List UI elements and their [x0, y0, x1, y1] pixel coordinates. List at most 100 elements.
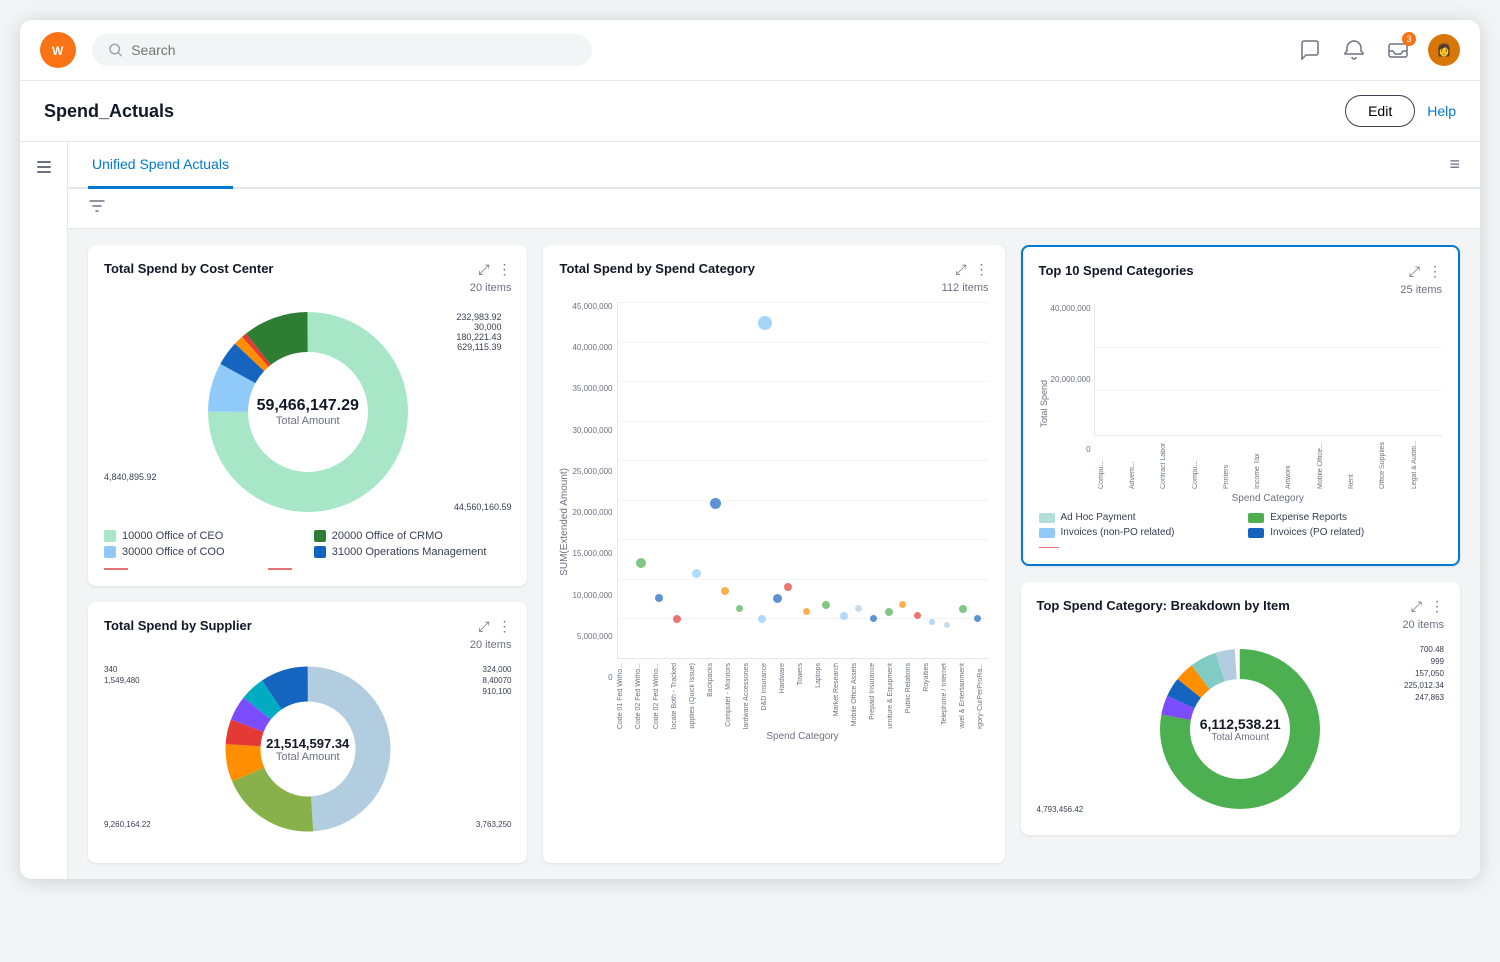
top-categories-expand[interactable]: ⤢: [1409, 263, 1420, 280]
legend-item-coo: 30000 Office of COO: [104, 546, 302, 558]
cost-center-total: 59,466,147.29 Total Amount: [257, 397, 359, 427]
filter-bar: [68, 189, 1480, 229]
tab-bar: Unified Spend Actuals ≡: [68, 142, 1480, 189]
app-logo: W: [40, 32, 76, 68]
cc-label-2: 30,000: [456, 322, 501, 332]
spend-category-title: Total Spend by Spend Category: [559, 261, 755, 276]
scatter-dot: [784, 583, 792, 591]
breakdown-card: Top Spend Category: Breakdown by Item ⤢ …: [1021, 582, 1460, 835]
spend-category-expand[interactable]: ⤢: [955, 261, 966, 278]
top-categories-actions: ⤢ ⋮: [1409, 263, 1442, 280]
cc-label-5: 4,840,895.92: [104, 472, 157, 482]
chat-icon[interactable]: [1296, 36, 1324, 64]
breakdown-header: Top Spend Category: Breakdown by Item ⤢ …: [1037, 598, 1444, 615]
breakdown-more[interactable]: ⋮: [1430, 598, 1444, 615]
scatter-dot-large: [758, 316, 772, 330]
supplier-total: 21,514,597.34 Total Amount: [266, 736, 349, 763]
supplier-expand[interactable]: ⤢: [478, 618, 489, 635]
list-icon[interactable]: [35, 158, 53, 181]
breakdown-actions: ⤢ ⋮: [1411, 598, 1444, 615]
scatter-dot: [855, 605, 862, 612]
cost-center-title: Total Spend by Cost Center: [104, 261, 274, 276]
breakdown-expand[interactable]: ⤢: [1411, 598, 1422, 615]
bell-icon[interactable]: [1340, 36, 1368, 64]
bar-x-title: Spend Category: [1094, 493, 1442, 504]
legend-item-ops: 31000 Operations Management: [314, 546, 512, 558]
legend-invoices-npo: Invoices (non-PO related): [1039, 527, 1233, 538]
scatter-dot: [914, 612, 921, 619]
help-button[interactable]: Help: [1427, 95, 1456, 127]
cost-center-legend: 10000 Office of CEO 20000 Office of CRMO…: [104, 530, 511, 558]
cost-center-actions: ⤢ ⋮: [478, 261, 511, 278]
cc-label-6: 44,560,160.59: [454, 502, 512, 512]
breakdown-items: 20 items: [1037, 619, 1444, 631]
scatter-dot: [636, 558, 646, 568]
search-input[interactable]: [131, 42, 576, 58]
cost-center-more[interactable]: ⋮: [497, 261, 511, 278]
supplier-actions: ⤢ ⋮: [478, 618, 511, 635]
nav-icons: 3 👩: [1296, 34, 1460, 66]
spend-category-card: Total Spend by Spend Category ⤢ ⋮ 112 it…: [543, 245, 1004, 863]
legend-adhoc: Ad Hoc Payment: [1039, 512, 1233, 523]
top-categories-items: 25 items: [1039, 284, 1442, 296]
legend-item-crmo: 20000 Office of CRMO: [314, 530, 512, 542]
legend-invoices-po: Invoices (PO related): [1248, 527, 1442, 538]
edit-button[interactable]: Edit: [1345, 95, 1415, 127]
inbox-badge: 3: [1402, 32, 1416, 46]
search-bar[interactable]: [92, 34, 592, 66]
top-categories-header: Top 10 Spend Categories ⤢ ⋮: [1039, 263, 1442, 280]
top-categories-title: Top 10 Spend Categories: [1039, 263, 1194, 278]
content-area: Unified Spend Actuals ≡ Tot: [20, 142, 1480, 879]
scatter-dot: [959, 605, 967, 613]
scatter-dot: [758, 615, 766, 623]
scatter-dot: [710, 498, 721, 509]
scatter-dot: [974, 615, 981, 622]
filter-icon[interactable]: [88, 197, 1460, 220]
supplier-items: 20 items: [104, 639, 511, 651]
tab-unified-spend-actuals[interactable]: Unified Spend Actuals: [88, 142, 233, 189]
inbox-icon[interactable]: 3: [1384, 36, 1412, 64]
breakdown-total: 6,112,538.21: [1200, 716, 1281, 732]
bar-y-label: Total Spend: [1039, 380, 1049, 428]
scatter-dot: [736, 605, 743, 612]
svg-text:W: W: [52, 44, 64, 58]
cc-label-1: 232,983.92: [456, 312, 501, 322]
scatter-dot: [870, 615, 877, 622]
scatter-dot: [692, 569, 701, 578]
cost-center-expand[interactable]: ⤢: [478, 261, 489, 278]
scatter-dot: [673, 615, 681, 623]
supplier-more[interactable]: ⋮: [497, 618, 511, 635]
page-title: Spend_Actuals: [44, 101, 174, 122]
scatter-dot: [721, 587, 729, 595]
top-categories-more[interactable]: ⋮: [1428, 263, 1442, 280]
col-middle: Total Spend by Spend Category ⤢ ⋮ 112 it…: [543, 245, 1004, 863]
spend-category-more[interactable]: ⋮: [975, 261, 989, 278]
scatter-dot: [929, 619, 935, 625]
scatter-y-label: SUM(Extended Amount): [559, 468, 570, 576]
scatter-dot: [773, 594, 782, 603]
user-avatar[interactable]: 👩: [1428, 34, 1460, 66]
scatter-x-title: Spend Category: [617, 731, 989, 742]
search-icon: [108, 42, 123, 58]
legend-item-ceo: 10000 Office of CEO: [104, 530, 302, 542]
col-right: Top 10 Spend Categories ⤢ ⋮ 25 items Tot…: [1021, 245, 1460, 863]
supplier-card: Total Spend by Supplier ⤢ ⋮ 20 items: [88, 602, 527, 863]
cost-center-donut: 59,466,147.29 Total Amount 232,983.92 30…: [104, 302, 511, 522]
spend-category-items: 112 items: [559, 282, 988, 294]
supplier-header: Total Spend by Supplier ⤢ ⋮: [104, 618, 511, 635]
breakdown-total-label: Total Amount: [1200, 732, 1281, 743]
scatter-dot: [822, 601, 830, 609]
tab-menu-icon[interactable]: ≡: [1449, 154, 1460, 175]
scatter-dot: [803, 608, 810, 615]
scatter-dot: [655, 594, 663, 602]
legend-expense: Expense Reports: [1248, 512, 1442, 523]
top-categories-card: Top 10 Spend Categories ⤢ ⋮ 25 items Tot…: [1021, 245, 1460, 566]
cost-center-card: Total Spend by Cost Center ⤢ ⋮ 20 items: [88, 245, 527, 586]
supplier-donut: 21,514,597.34 Total Amount 324,0008,4007…: [104, 659, 511, 839]
cc-label-3: 180,221.43: [456, 332, 501, 342]
breakdown-title: Top Spend Category: Breakdown by Item: [1037, 598, 1290, 613]
spend-category-header: Total Spend by Spend Category ⤢ ⋮: [559, 261, 988, 278]
top-categories-legend: Ad Hoc Payment Expense Reports Invoices …: [1039, 512, 1442, 538]
cc-label-4: 629,115.39: [456, 342, 501, 352]
main-content: Unified Spend Actuals ≡ Tot: [68, 142, 1480, 879]
